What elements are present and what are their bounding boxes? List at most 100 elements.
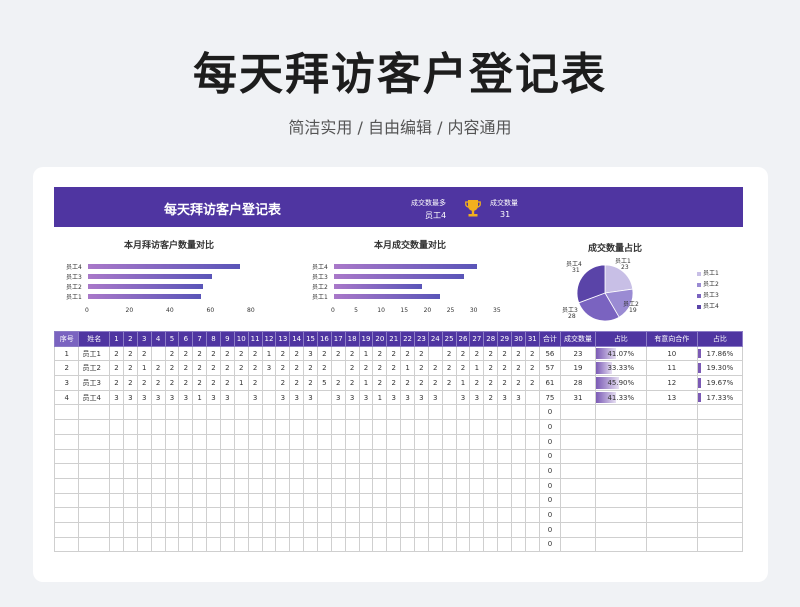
day-cell: 2 [441, 375, 457, 391]
deals-tick-label: 20 [423, 307, 432, 314]
column-header: 17 [330, 331, 346, 347]
day-cell: 2 [483, 345, 499, 362]
empty-cell [497, 477, 512, 494]
empty-cell [455, 477, 471, 494]
deal-count-value: 31 [500, 210, 511, 219]
empty-cell [53, 507, 80, 523]
empty-cell [247, 448, 263, 465]
empty-cell [219, 433, 235, 450]
day-cell: 2 [386, 360, 402, 377]
day-cell: 2 [524, 375, 540, 391]
empty-cell [358, 477, 374, 494]
empty-cell [78, 433, 111, 450]
day-cell: 2 [413, 360, 429, 377]
empty-cell [178, 404, 194, 421]
empty-cell [316, 477, 332, 494]
empty-cell [78, 507, 111, 523]
empty-cell [78, 521, 111, 538]
empty-cell [455, 404, 471, 421]
intent-ratio-bar [698, 378, 701, 388]
day-cell: 2 [344, 375, 360, 391]
intent-ratio-cell: 17.86% [696, 345, 744, 362]
empty-cell [497, 404, 512, 421]
deals-bar [334, 284, 422, 289]
pie-label-value: 31 [572, 267, 580, 274]
empty-cell [441, 433, 457, 450]
empty-cell [455, 492, 471, 509]
empty-cell [150, 448, 166, 465]
empty-cell [178, 433, 194, 450]
legend-label: 员工2 [703, 281, 719, 288]
day-cell: 2 [524, 345, 540, 362]
page-subtitle: 简洁实用 / 自由编辑 / 内容通用 [288, 118, 512, 137]
day-cell: 2 [358, 360, 374, 377]
empty-cell [150, 463, 166, 479]
day-cell [261, 389, 277, 406]
legend-label: 员工3 [703, 292, 719, 299]
day-cell: 3 [511, 389, 526, 406]
day-cell: 2 [192, 375, 208, 391]
empty-cell [109, 433, 124, 450]
day-cell: 3 [136, 389, 152, 406]
empty-cell [330, 433, 346, 450]
visits-bar [88, 284, 204, 289]
day-cell: 2 [372, 375, 388, 391]
day-cell: 2 [455, 345, 471, 362]
table-row: 4 员工4 3 3 3 3 3 3 1 3 3 3 3 3 3 3 3 3 1 3 3 3 3 3 3 2 3 3 75 31 41.33%… [53, 389, 744, 406]
empty-cell [122, 507, 138, 523]
empty-cell [136, 492, 152, 509]
empty-cell [427, 448, 443, 465]
empty-cell [53, 463, 80, 479]
empty-cell [400, 448, 415, 465]
day-cell: 2 [303, 360, 318, 377]
empty-cell [261, 492, 277, 509]
day-cell: 2 [219, 360, 235, 377]
empty-cell [247, 521, 263, 538]
day-cell: 3 [358, 389, 374, 406]
column-header: 合计 [538, 331, 562, 347]
visits-tick-label: 0 [85, 307, 89, 314]
empty-cell [122, 448, 138, 465]
empty-cell [150, 404, 166, 421]
empty-cell [192, 419, 208, 435]
empty-cell [261, 477, 277, 494]
empty-cell [192, 433, 208, 450]
empty-cell [524, 448, 540, 465]
empty-cell [233, 463, 249, 479]
empty-cell [497, 492, 512, 509]
day-cell [524, 389, 540, 406]
day-cell: 2 [164, 360, 180, 377]
deals-cell: 23 [560, 345, 596, 362]
empty-cell [358, 492, 374, 509]
empty-cell [524, 477, 540, 494]
empty-cell [524, 492, 540, 509]
empty-cell [192, 477, 208, 494]
empty-cell [261, 433, 277, 450]
empty-cell [427, 419, 443, 435]
empty-cell [645, 448, 698, 465]
day-cell: 2 [206, 375, 221, 391]
day-cell [233, 389, 249, 406]
empty-cell [164, 419, 180, 435]
day-cell: 2 [109, 375, 124, 391]
empty-cell [696, 404, 744, 421]
day-cell: 3 [122, 389, 138, 406]
empty-cell [330, 507, 346, 523]
total-cell: 0 [538, 521, 562, 538]
deals-chart-title: 本月成交数量对比 [374, 241, 447, 251]
day-cell: 3 [150, 389, 166, 406]
empty-cell [372, 536, 388, 553]
day-cell: 2 [136, 345, 152, 362]
empty-cell [192, 521, 208, 538]
column-header: 6 [178, 331, 194, 347]
visits-bar [88, 274, 212, 279]
header-banner: 每天拜访客户登记表 成交数最多 员工4 成交数量 31 [54, 187, 743, 227]
empty-cell [483, 492, 499, 509]
day-cell: 2 [469, 375, 485, 391]
empty-cell [594, 477, 647, 494]
empty-cell [696, 477, 744, 494]
empty-cell [316, 463, 332, 479]
total-cell: 61 [538, 375, 562, 391]
total-cell: 0 [538, 492, 562, 509]
empty-cell [275, 536, 291, 553]
